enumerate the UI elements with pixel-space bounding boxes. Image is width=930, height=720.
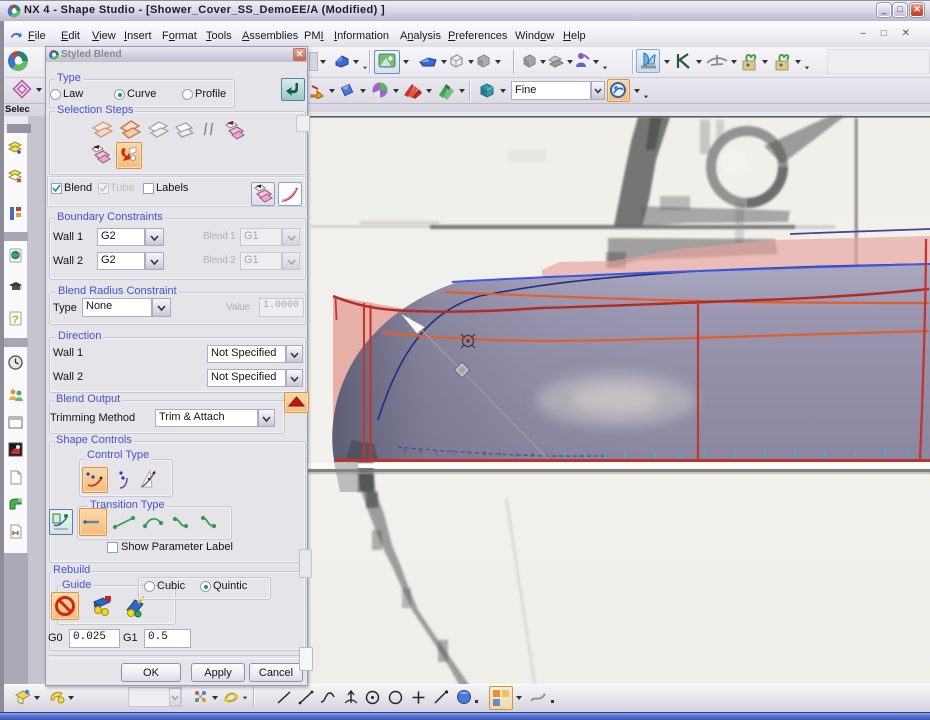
svg-text:?: ?	[12, 314, 19, 326]
